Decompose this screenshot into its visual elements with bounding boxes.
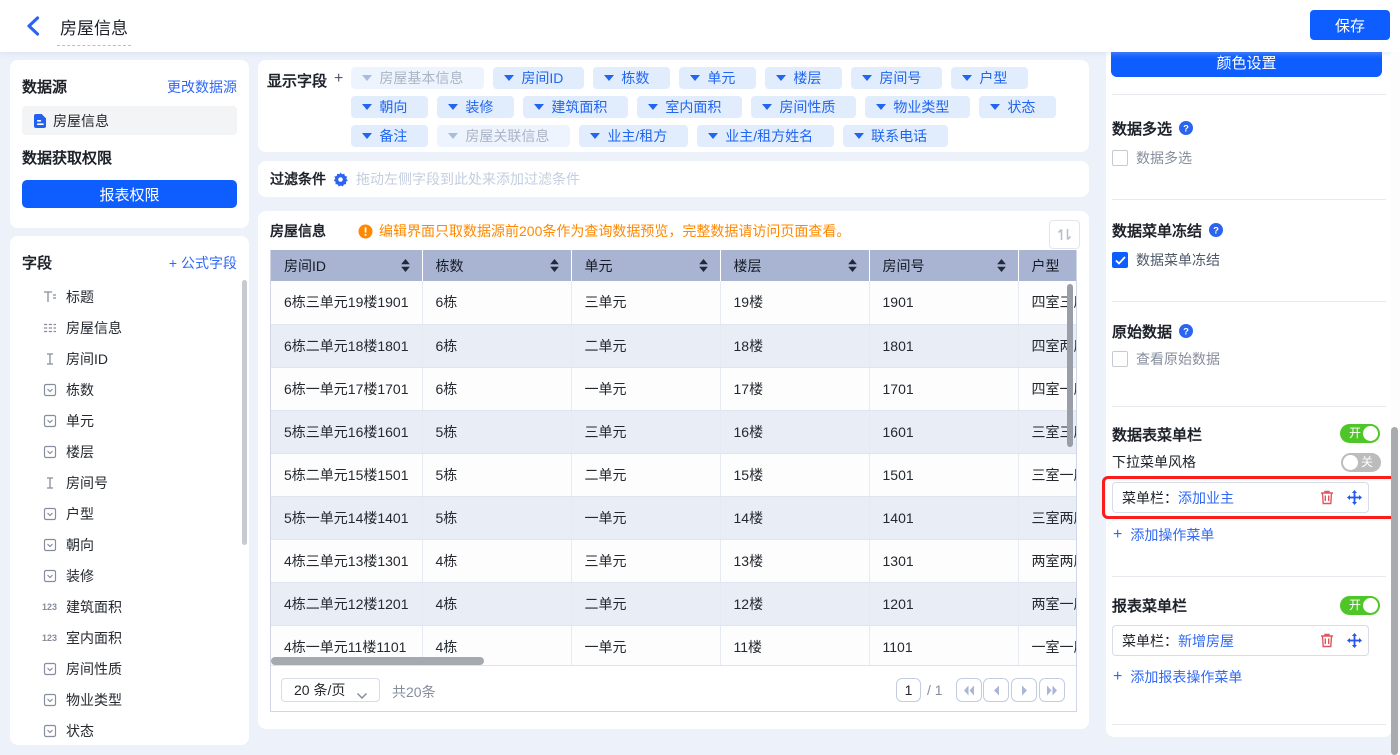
svg-text:?: ?	[1213, 225, 1219, 236]
svg-text:?: ?	[1183, 326, 1189, 337]
svg-text:?: ?	[1183, 123, 1189, 134]
